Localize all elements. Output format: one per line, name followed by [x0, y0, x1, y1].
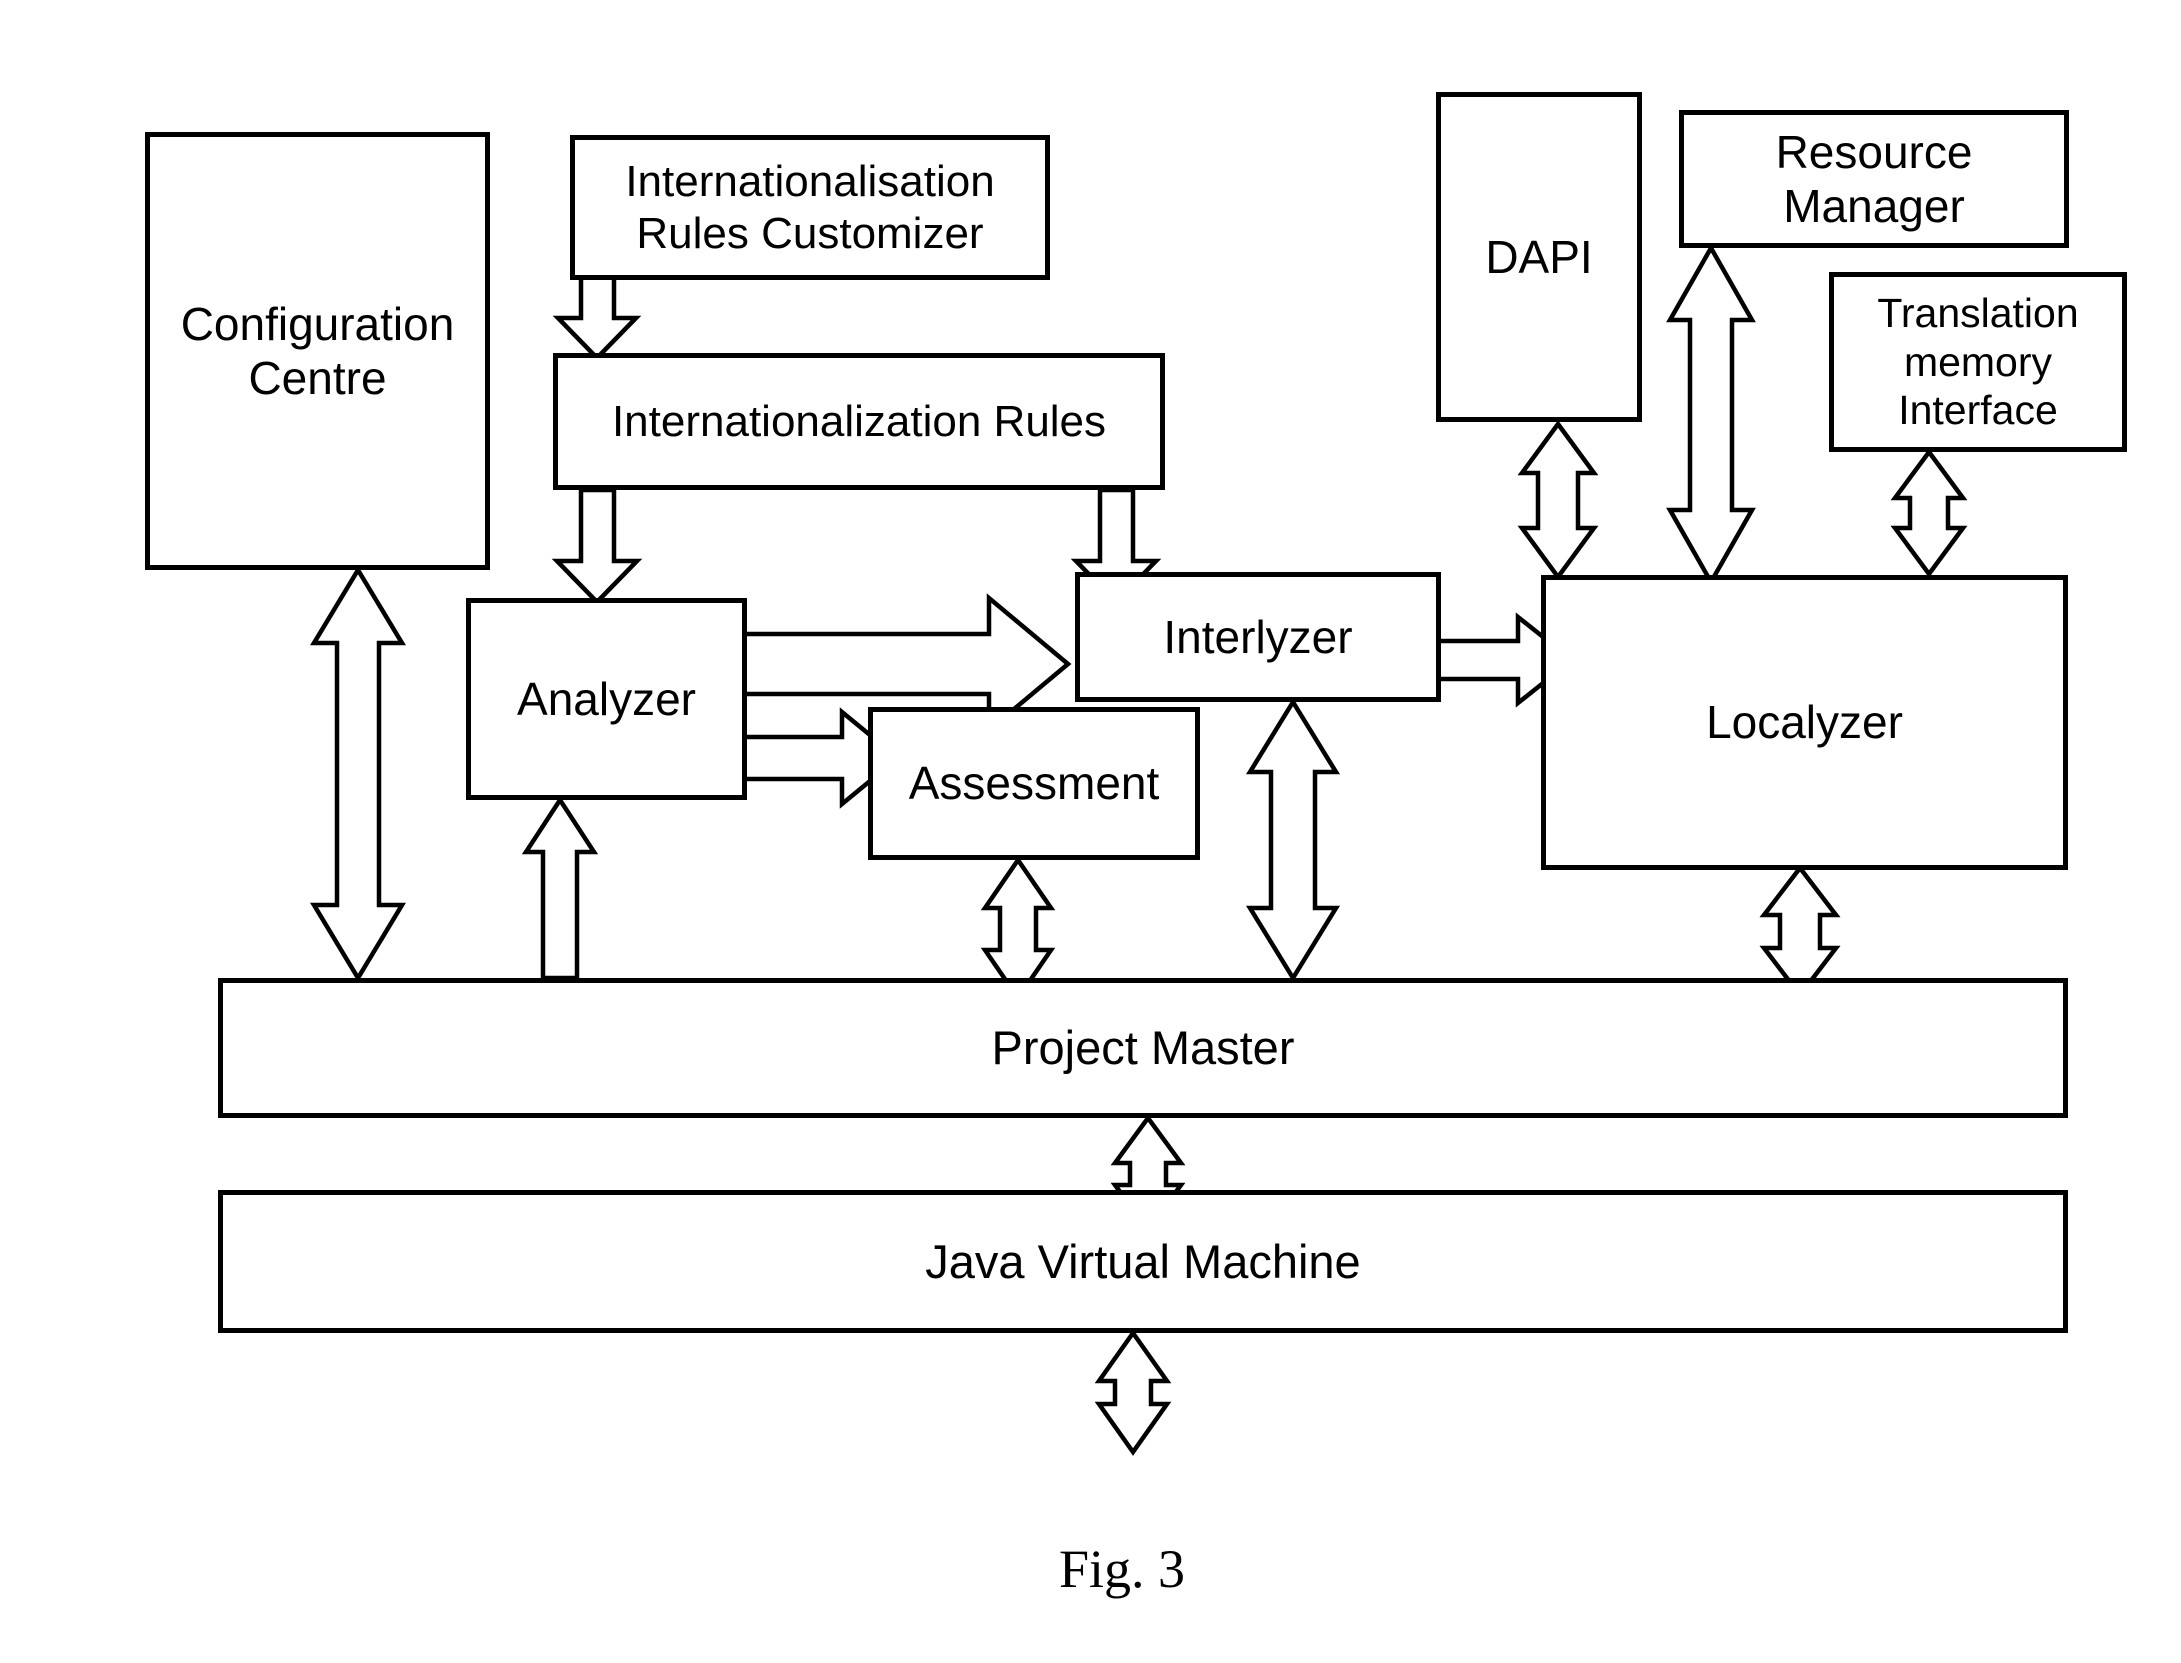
block-dapi-label: DAPI [1485, 230, 1593, 283]
arrow-localyzer-to-project-master [1759, 864, 1841, 999]
block-project-master[interactable]: Project Master [218, 978, 2068, 1118]
arrow-dapi-to-localyzer [1517, 420, 1599, 581]
block-configuration-centre-label: Configuration Centre [180, 297, 455, 404]
block-resource-manager-label: Resource Manager [1775, 125, 1973, 232]
block-translation-memory-interface[interactable]: Translation memory Interface [1829, 272, 2127, 452]
block-internationalisation-rules-customizer[interactable]: Internationalisation Rules Customizer [570, 135, 1050, 280]
block-interlyzer-label: Interlyzer [1163, 610, 1353, 663]
block-localyzer[interactable]: Localyzer [1541, 575, 2068, 870]
block-translation-memory-interface-label: Translation memory Interface [1877, 290, 2079, 434]
arrow-rules-to-analyzer [551, 487, 643, 606]
block-configuration-centre[interactable]: Configuration Centre [145, 132, 490, 570]
block-internationalization-rules[interactable]: Internationalization Rules [553, 353, 1165, 490]
arrow-config-centre-to-project-master [310, 565, 406, 983]
block-analyzer-label: Analyzer [517, 672, 696, 725]
block-interlyzer[interactable]: Interlyzer [1075, 572, 1441, 702]
arrow-interlyzer-to-project-master [1245, 697, 1341, 983]
block-resource-manager[interactable]: Resource Manager [1679, 110, 2069, 248]
arrow-resource-manager-to-localyzer [1666, 243, 1756, 587]
block-assessment[interactable]: Assessment [868, 707, 1200, 860]
block-internationalization-rules-label: Internationalization Rules [611, 396, 1107, 446]
block-internationalisation-rules-customizer-label: Internationalisation Rules Customizer [625, 156, 995, 258]
arrow-jvm-to-platform [1094, 1329, 1172, 1456]
figure-caption-text: Fig. 3 [1058, 1539, 1186, 1599]
block-localyzer-label: Localyzer [1706, 696, 1903, 749]
block-assessment-label: Assessment [908, 757, 1160, 810]
block-analyzer[interactable]: Analyzer [466, 598, 747, 800]
arrow-project-master-to-analyzer [521, 795, 599, 981]
block-java-virtual-machine-label: Java Virtual Machine [925, 1234, 1361, 1288]
figure-caption: Fig. 3 [1059, 1538, 1185, 1600]
figure-canvas: Configuration Centre Internationalisatio… [0, 0, 2181, 1663]
block-dapi[interactable]: DAPI [1436, 92, 1642, 422]
arrow-customizer-to-rules [552, 269, 642, 362]
arrow-translation-memory-to-localyzer [1890, 448, 1968, 578]
block-java-virtual-machine[interactable]: Java Virtual Machine [218, 1190, 2068, 1333]
block-project-master-label: Project Master [991, 1021, 1295, 1075]
